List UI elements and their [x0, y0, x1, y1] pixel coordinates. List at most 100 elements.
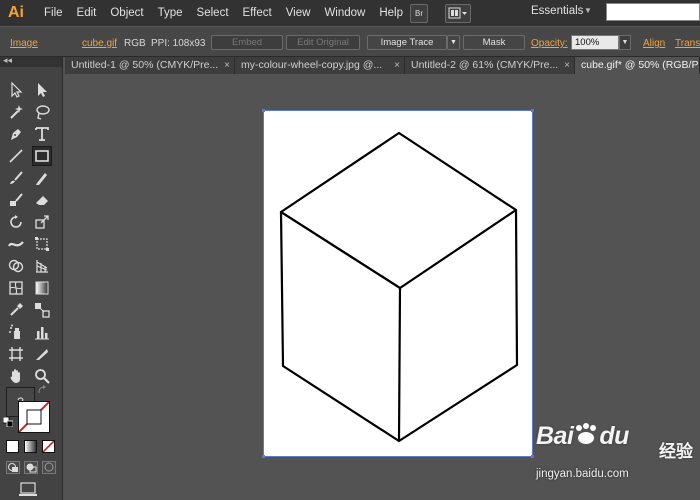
transform-link[interactable]: Transf [675, 38, 700, 49]
draw-behind-button[interactable] [24, 461, 38, 474]
chevron-down-icon[interactable]: ▼ [584, 6, 592, 15]
tab-label: Untitled-2 @ 61% (CMYK/Pre... [411, 59, 559, 71]
hand-icon [10, 369, 20, 383]
align-link[interactable]: Align [643, 38, 665, 49]
pen-tool[interactable] [6, 124, 26, 144]
free-transform-tool[interactable] [32, 234, 52, 254]
menu-object[interactable]: Object [103, 7, 150, 19]
menu-effect[interactable]: Effect [236, 7, 279, 19]
pen-nib-icon [11, 129, 21, 140]
paintbrush-icon [10, 171, 23, 184]
collapse-icon[interactable]: ◂◂ [3, 55, 12, 66]
slice-tool[interactable] [32, 344, 52, 364]
paw-logo-icon [576, 423, 597, 444]
default-fill-stroke-icon[interactable] [2, 416, 14, 428]
artboard[interactable] [262, 109, 534, 458]
cube-right-face [397, 208, 519, 443]
magic-wand-tool[interactable] [6, 102, 26, 122]
type-t-icon [35, 127, 49, 141]
selection-tool[interactable] [6, 80, 26, 100]
blend-tool[interactable] [32, 300, 52, 320]
eraser-icon [36, 196, 48, 205]
rotate-tool[interactable] [6, 212, 26, 232]
mesh-tool[interactable] [6, 278, 26, 298]
tab-label: Untitled-1 @ 50% (CMYK/Pre... [71, 59, 219, 71]
cube-left-face [279, 210, 402, 443]
tab-my-colour-wheel[interactable]: my-colour-wheel-copy.jpg @... × [235, 57, 405, 74]
screen-mode-button[interactable] [18, 481, 38, 497]
scale-tool[interactable] [32, 212, 52, 232]
mask-button[interactable]: Mask [463, 35, 525, 50]
slice-knife-icon [36, 349, 48, 360]
tab-untitled-1[interactable]: Untitled-1 @ 50% (CMYK/Pre... × [65, 57, 235, 74]
eyedropper-tool[interactable] [6, 300, 26, 320]
close-icon[interactable]: × [224, 57, 230, 74]
linked-file-link[interactable]: cube.gif [82, 38, 117, 49]
app-logo: Ai [8, 4, 24, 21]
width-tool[interactable] [6, 234, 26, 254]
tab-untitled-2[interactable]: Untitled-2 @ 61% (CMYK/Pre... × [405, 57, 575, 74]
opacity-dropdown[interactable]: ▼ [619, 35, 631, 50]
hand-tool[interactable] [6, 366, 26, 386]
opacity-label[interactable]: Opacity: [531, 38, 568, 49]
edit-original-button[interactable]: Edit Original [286, 35, 360, 50]
ppi-label: PPI: 108x93 [151, 38, 206, 49]
selection-handle[interactable] [262, 455, 265, 458]
draw-normal-button[interactable] [6, 461, 20, 474]
swap-fill-stroke-icon[interactable] [37, 385, 47, 395]
lasso-tool[interactable] [32, 102, 52, 122]
pencil-tool[interactable] [32, 168, 52, 188]
line-icon [9, 149, 23, 163]
menu-file[interactable]: File [37, 7, 70, 19]
line-segment-tool[interactable] [6, 146, 26, 166]
menu-window[interactable]: Window [317, 7, 372, 19]
menu-type[interactable]: Type [151, 7, 190, 19]
shape-builder-tool[interactable] [6, 256, 26, 276]
free-transform-icon [35, 237, 49, 251]
gradient-tool[interactable] [32, 278, 52, 298]
image-trace-dropdown[interactable]: ▼ [447, 35, 460, 50]
scale-icon [35, 215, 49, 229]
stroke-swatch[interactable] [18, 401, 50, 433]
color-mode-button[interactable] [6, 440, 19, 453]
gradient-mode-button[interactable] [24, 440, 37, 453]
rectangle-tool[interactable] [32, 146, 52, 166]
close-icon[interactable]: × [564, 57, 570, 74]
eraser-tool[interactable] [32, 190, 52, 210]
draw-inside-button[interactable] [42, 461, 56, 474]
menu-help[interactable]: Help [372, 7, 410, 19]
opacity-input[interactable]: 100% [571, 35, 619, 50]
none-mode-button[interactable] [42, 440, 55, 453]
cube-image[interactable] [264, 111, 532, 456]
direct-selection-tool[interactable] [32, 80, 52, 100]
selection-handle[interactable] [531, 109, 534, 112]
menu-view[interactable]: View [279, 7, 318, 19]
workspace-switcher[interactable]: Essentials [531, 5, 583, 17]
symbol-sprayer-icon [9, 324, 20, 339]
image-trace-button[interactable]: Image Trace [367, 35, 447, 50]
magic-wand-icon [10, 105, 23, 119]
selection-handle[interactable] [531, 455, 534, 458]
watermark-brand: Bai du [536, 422, 629, 450]
bridge-button[interactable]: Br [410, 4, 428, 23]
column-graph-tool[interactable] [32, 322, 52, 342]
arrange-documents-button[interactable] [445, 4, 471, 23]
artboard-tool[interactable] [6, 344, 26, 364]
magnifier-icon [35, 369, 50, 384]
tab-cube-gif[interactable]: cube.gif* @ 50% (RGB/Previe... [575, 57, 700, 74]
column-graph-icon [35, 327, 49, 340]
close-icon[interactable]: × [394, 57, 400, 74]
gradient-icon [35, 281, 49, 295]
perspective-grid-tool[interactable] [32, 256, 52, 276]
search-input[interactable] [606, 3, 700, 21]
zoom-tool[interactable] [32, 366, 52, 386]
blob-brush-tool[interactable] [6, 190, 26, 210]
symbol-sprayer-tool[interactable] [6, 322, 26, 342]
selection-type-label[interactable]: Image [10, 38, 38, 49]
embed-button[interactable]: Embed [211, 35, 283, 50]
selection-handle[interactable] [262, 109, 265, 112]
menu-select[interactable]: Select [190, 7, 236, 19]
menu-edit[interactable]: Edit [70, 7, 104, 19]
type-tool[interactable] [32, 124, 52, 144]
paintbrush-tool[interactable] [6, 168, 26, 188]
